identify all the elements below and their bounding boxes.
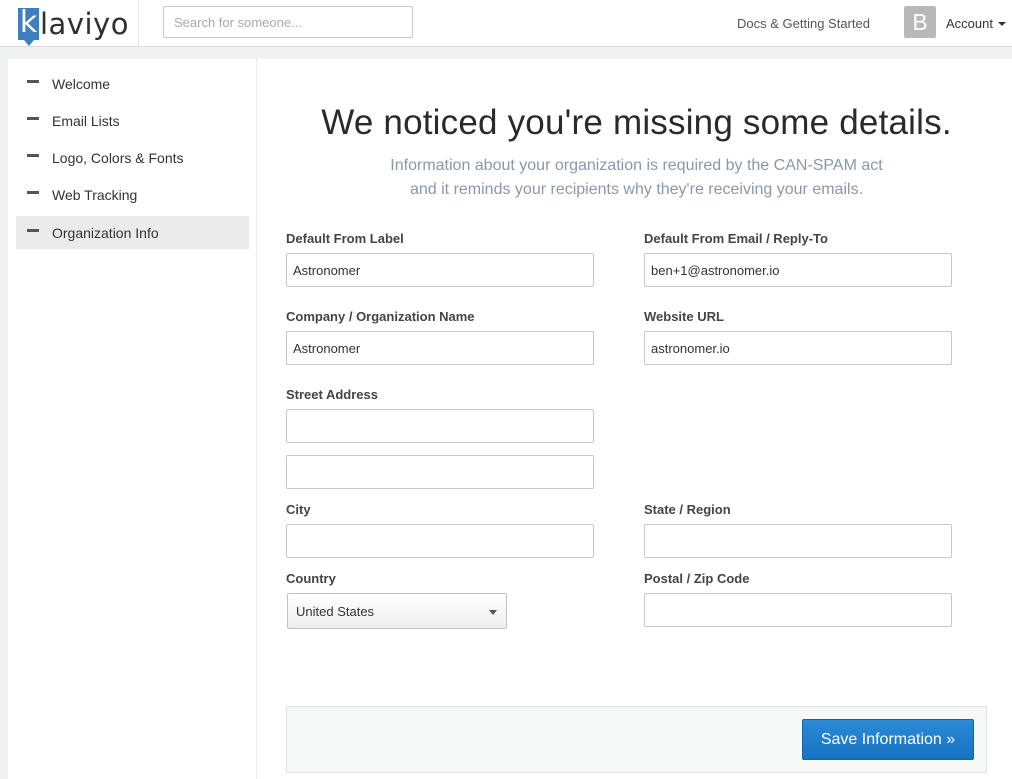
minus-icon <box>27 154 39 157</box>
state-region-field[interactable] <box>644 524 952 558</box>
postal-code-field[interactable] <box>644 593 952 627</box>
street-address-line-2-field[interactable] <box>286 455 594 489</box>
minus-icon <box>27 80 39 83</box>
street-address-label: Street Address <box>286 387 378 402</box>
account-menu[interactable]: Account <box>946 16 1006 31</box>
company-name-field[interactable] <box>286 331 594 365</box>
from-email-label: Default From Email / Reply-To <box>644 231 828 246</box>
sidebar-item-label: Logo, Colors & Fonts <box>52 149 184 166</box>
city-label: City <box>286 502 311 517</box>
klaviyo-logo[interactable]: k laviyo <box>18 4 129 46</box>
country-select[interactable]: United States <box>287 593 507 629</box>
form-actions-panel: Save Information » <box>286 706 987 773</box>
docs-link[interactable]: Docs & Getting Started <box>737 16 870 31</box>
main-card: Welcome Email Lists Logo, Colors & Fonts… <box>8 59 1012 779</box>
sidebar-item-label: Organization Info <box>52 224 159 241</box>
postal-code-label: Postal / Zip Code <box>644 571 750 586</box>
sidebar-item-label: Web Tracking <box>52 186 138 203</box>
avatar[interactable]: B <box>904 6 936 38</box>
page-title: We noticed you're missing some details. <box>321 103 952 142</box>
chevron-down-icon <box>489 610 497 615</box>
company-name-label: Company / Organization Name <box>286 309 475 324</box>
account-label: Account <box>946 16 993 31</box>
minus-icon <box>27 117 39 120</box>
country-selected-value: United States <box>296 603 375 619</box>
subtitle-line: and it reminds your recipients why they'… <box>409 181 864 198</box>
search-input[interactable] <box>163 6 413 38</box>
chevron-down-icon <box>997 21 1006 26</box>
from-label-label: Default From Label <box>286 231 404 246</box>
organization-info-form: We noticed you're missing some details. … <box>258 59 1012 779</box>
top-navbar: k laviyo Docs & Getting Started B Accoun… <box>0 0 1012 47</box>
state-region-label: State / Region <box>644 502 731 517</box>
city-field[interactable] <box>286 524 594 558</box>
minus-icon <box>27 191 39 194</box>
from-email-field[interactable] <box>644 253 952 287</box>
sidebar-item-logo-colors-fonts[interactable]: Logo, Colors & Fonts <box>16 141 249 174</box>
page-subtitle: Information about your organization is r… <box>258 154 1012 202</box>
sidebar-item-welcome[interactable]: Welcome <box>16 67 249 100</box>
save-information-button[interactable]: Save Information » <box>802 719 974 760</box>
sidebar-item-label: Email Lists <box>52 112 120 129</box>
website-url-label: Website URL <box>644 309 724 324</box>
sidebar-item-organization-info[interactable]: Organization Info <box>16 216 249 249</box>
sidebar-item-email-lists[interactable]: Email Lists <box>16 104 249 137</box>
sidebar-item-web-tracking[interactable]: Web Tracking <box>16 178 249 211</box>
website-url-field[interactable] <box>644 331 952 365</box>
navbar-divider <box>138 0 139 47</box>
subtitle-line: Information about your organization is r… <box>390 157 883 174</box>
sidebar: Welcome Email Lists Logo, Colors & Fonts… <box>8 59 257 779</box>
from-label-field[interactable] <box>286 253 594 287</box>
street-address-line-1-field[interactable] <box>286 409 594 443</box>
logo-wordmark: laviyo <box>40 6 129 41</box>
country-label: Country <box>286 571 336 586</box>
sidebar-item-label: Welcome <box>52 75 111 92</box>
logo-mark: k <box>18 4 39 46</box>
minus-icon <box>27 229 39 232</box>
